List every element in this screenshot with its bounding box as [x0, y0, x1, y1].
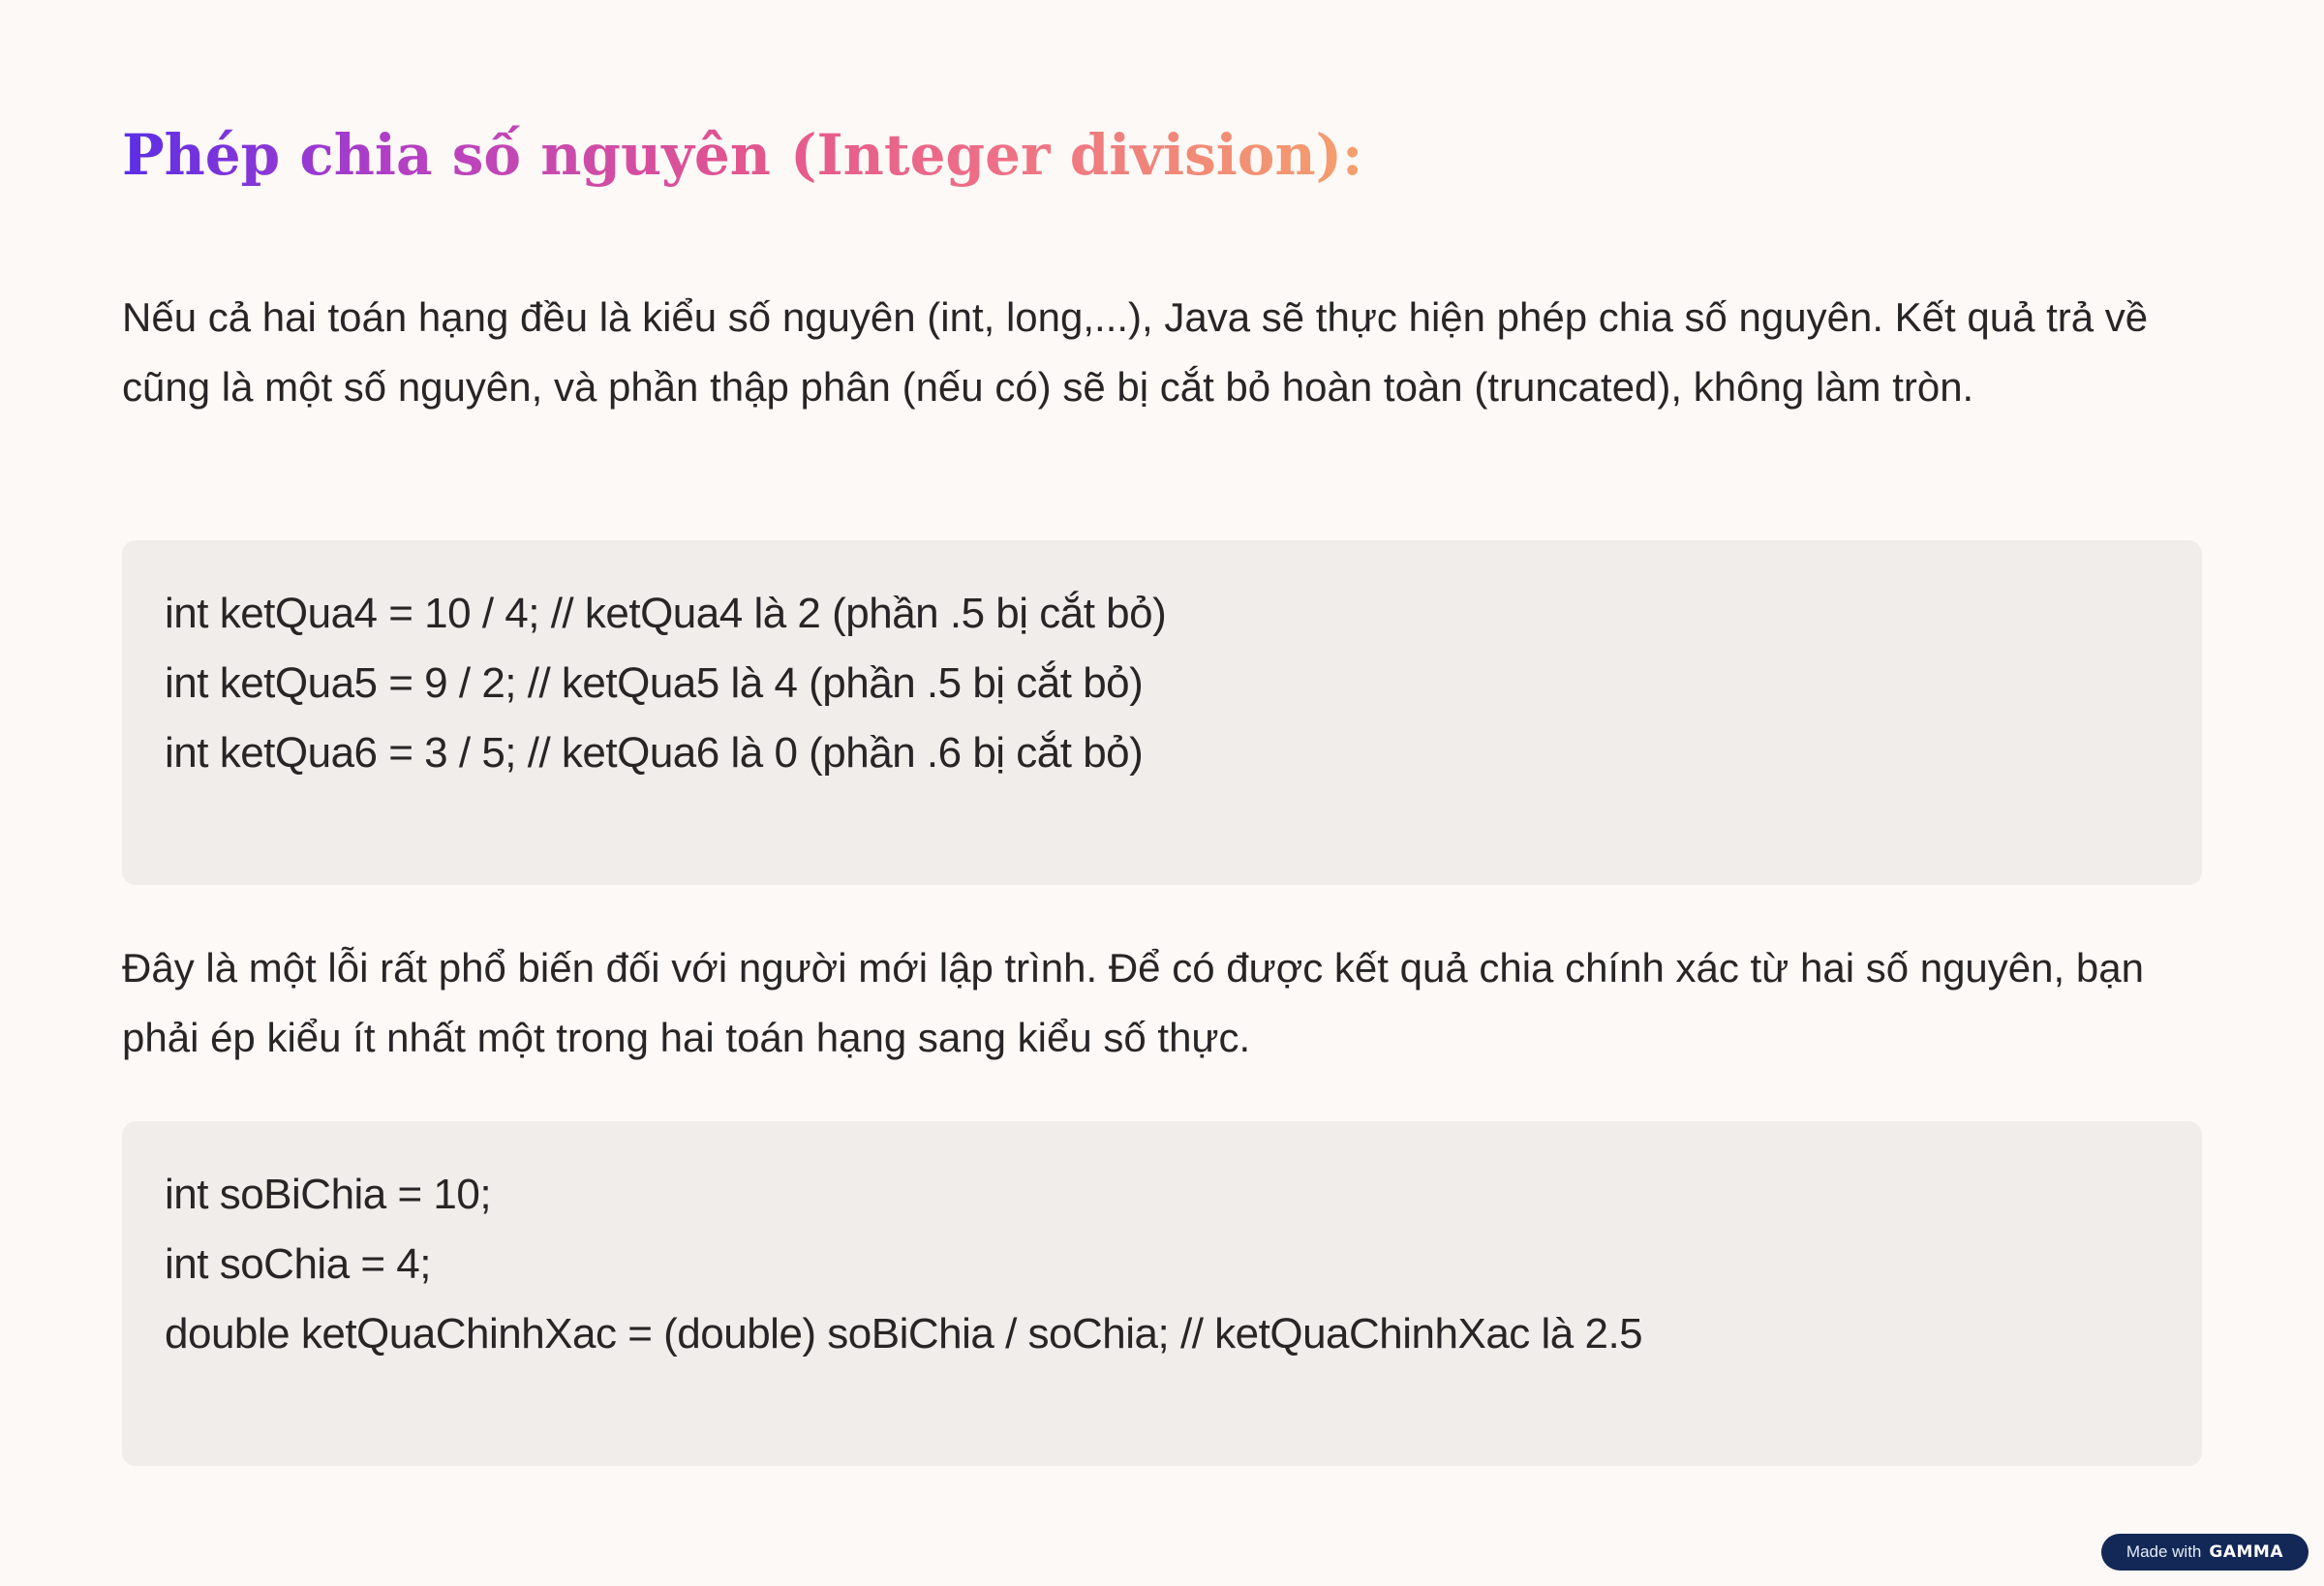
badge-prefix: Made with	[2125, 1542, 2202, 1561]
code-block-casting: int soBiChia = 10; int soChia = 4; doubl…	[122, 1121, 2202, 1466]
code-line: int ketQua5 = 9 / 2; // ketQua5 là 4 (ph…	[165, 659, 1144, 707]
code-line: int ketQua6 = 3 / 5; // ketQua6 là 0 (ph…	[165, 729, 1144, 777]
explanation-paragraph: Đây là một lỗi rất phổ biến đối với ngườ…	[122, 945, 2144, 1060]
code-line: int soChia = 4;	[165, 1240, 432, 1288]
page-title: Phép chia số nguyên (Integer division):	[122, 114, 1362, 196]
code-line: int ketQua4 = 10 / 4; // ketQua4 là 2 (p…	[165, 590, 1167, 637]
intro-paragraph: Nếu cả hai toán hạng đều là kiểu số nguy…	[122, 294, 2149, 410]
code-block-integer-division: int ketQua4 = 10 / 4; // ketQua4 là 2 (p…	[122, 540, 2202, 885]
code-line: double ketQuaChinhXac = (double) soBiChi…	[165, 1310, 1643, 1357]
gamma-logo: GAMMA	[2209, 1542, 2283, 1562]
code-line: int soBiChia = 10;	[165, 1171, 492, 1218]
made-with-gamma-badge[interactable]: Made with GAMMA	[2100, 1534, 2309, 1571]
